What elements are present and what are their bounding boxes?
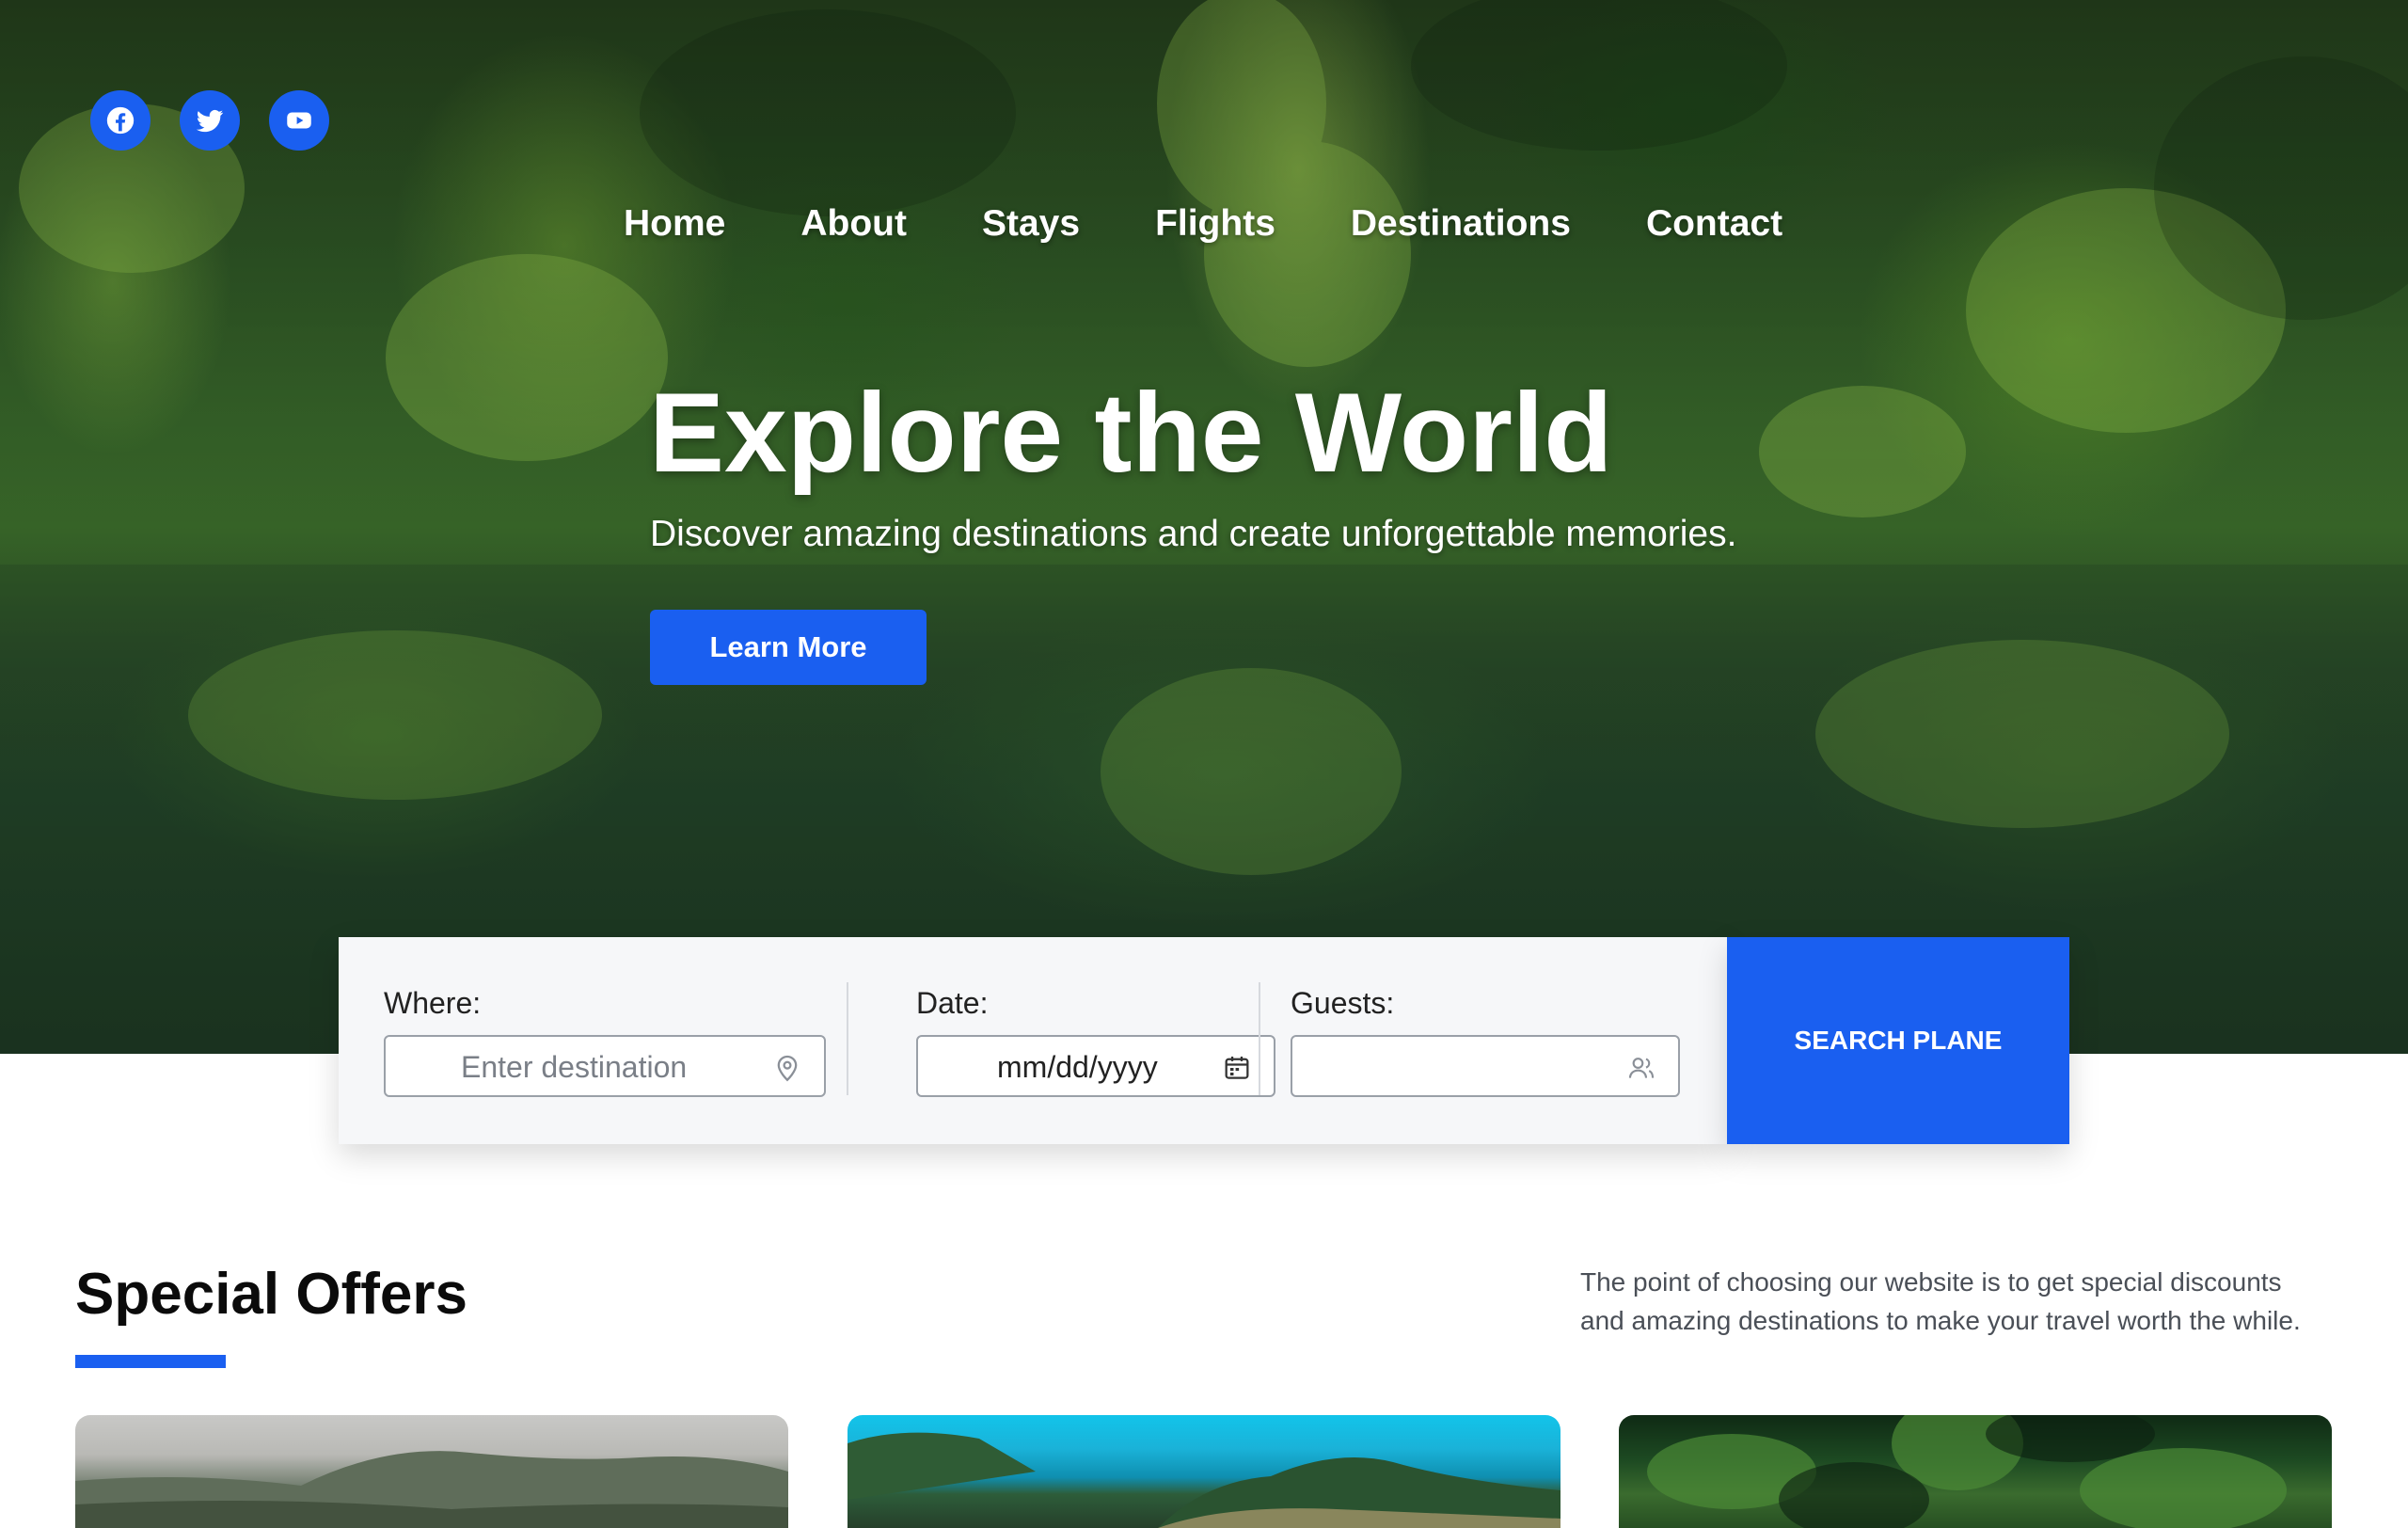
offer-card-image bbox=[1647, 1415, 2287, 1528]
nav-item-flights[interactable]: Flights bbox=[1155, 203, 1275, 245]
guests-label: Guests: bbox=[1291, 986, 1395, 1020]
where-field-group: Where: Enter destination bbox=[339, 937, 847, 1144]
date-label: Date: bbox=[916, 986, 989, 1020]
special-offers-description: The point of choosing our website is to … bbox=[1580, 1267, 2301, 1335]
offer-card[interactable] bbox=[75, 1415, 788, 1528]
facebook-icon bbox=[106, 106, 135, 135]
nav-item-about[interactable]: About bbox=[800, 203, 907, 245]
main-nav: Home About Stays Flights Destinations Co… bbox=[624, 203, 1782, 245]
guests-input[interactable] bbox=[1291, 1035, 1680, 1097]
offer-card-image bbox=[848, 1432, 1560, 1528]
nav-item-stays[interactable]: Stays bbox=[982, 203, 1080, 245]
users-icon bbox=[1628, 1058, 1655, 1078]
location-pin-icon bbox=[777, 1055, 798, 1082]
youtube-button[interactable] bbox=[269, 90, 329, 151]
hero-subtitle: Discover amazing destinations and create… bbox=[650, 514, 1737, 554]
hero-title: Explore the World bbox=[649, 370, 1613, 496]
learn-more-button[interactable]: Learn More bbox=[650, 610, 927, 685]
field-divider bbox=[847, 982, 848, 1095]
special-offers-title: Special Offers bbox=[75, 1262, 467, 1327]
twitter-button[interactable] bbox=[180, 90, 240, 151]
facebook-button[interactable] bbox=[90, 90, 150, 151]
offer-card-image bbox=[75, 1451, 788, 1528]
nav-item-destinations[interactable]: Destinations bbox=[1351, 203, 1571, 245]
guests-field-group: Guests: bbox=[1245, 937, 1716, 1144]
destination-placeholder: Enter destination bbox=[461, 1050, 688, 1084]
search-plane-button[interactable]: SEARCH PLANE bbox=[1727, 937, 2069, 1144]
date-placeholder: mm/dd/yyyy bbox=[997, 1050, 1158, 1084]
nav-item-home[interactable]: Home bbox=[624, 203, 725, 245]
where-label: Where: bbox=[384, 986, 482, 1020]
nav-item-contact[interactable]: Contact bbox=[1646, 203, 1782, 245]
destination-input[interactable]: Enter destination bbox=[384, 1035, 826, 1097]
search-form: Where: Enter destination Date: mm/dd/yyy… bbox=[339, 937, 1727, 1144]
youtube-icon bbox=[287, 112, 311, 129]
date-field-group: Date: mm/dd/yyyy bbox=[871, 937, 1275, 1144]
title-underline bbox=[75, 1355, 226, 1368]
social-links bbox=[90, 90, 329, 151]
twitter-icon bbox=[196, 109, 224, 133]
date-input[interactable]: mm/dd/yyyy bbox=[916, 1035, 1275, 1097]
offer-card[interactable] bbox=[848, 1415, 1560, 1528]
offer-card[interactable] bbox=[1619, 1415, 2332, 1528]
